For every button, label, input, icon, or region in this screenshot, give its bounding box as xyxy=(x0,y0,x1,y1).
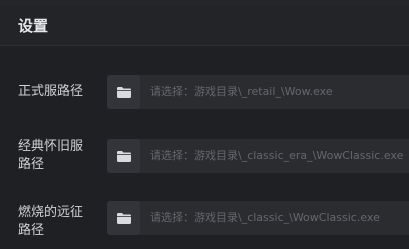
classic-path-label-line1: 燃烧的远征 xyxy=(18,205,84,220)
classic-path-input[interactable]: 请选择：游戏目录\_classic_\WowClassic.exe xyxy=(150,210,380,226)
classic-era-path-row: 经典怀旧服 路径 请选择：游戏目录\_classic_era_\WowClass… xyxy=(0,134,409,178)
classic-era-path-label-line1: 经典怀旧服 xyxy=(18,139,84,154)
folder-icon xyxy=(116,209,131,228)
classic-era-path-input[interactable]: 请选择：游戏目录\_classic_era_\WowClassic.exe xyxy=(150,148,403,164)
classic-era-path-field[interactable]: 请选择：游戏目录\_classic_era_\WowClassic.exe xyxy=(107,139,409,173)
page-title: 设置 xyxy=(18,17,49,35)
classic-path-field[interactable]: 请选择：游戏目录\_classic_\WowClassic.exe xyxy=(107,201,409,235)
retail-path-label: 正式服路径 xyxy=(18,84,84,99)
classic-browse-button[interactable] xyxy=(107,201,140,235)
retail-path-field[interactable]: 请选择：游戏目录\_retail_\Wow.exe xyxy=(107,75,409,109)
classic-era-path-label-line2: 路径 xyxy=(18,157,45,172)
classic-era-browse-button[interactable] xyxy=(107,139,140,173)
retail-path-row: 正式服路径 请选择：游戏目录\_retail_\Wow.exe xyxy=(0,72,409,112)
classic-path-row: 燃烧的远征 路径 请选择：游戏目录\_classic_\WowClassic.e… xyxy=(0,198,409,242)
classic-path-label-line2: 路径 xyxy=(18,223,45,238)
retail-browse-button[interactable] xyxy=(107,75,140,109)
settings-panel: 设置 正式服路径 请选择：游戏目录\_retail_\Wow.exe 经典怀旧服… xyxy=(0,0,409,249)
folder-icon xyxy=(116,83,131,102)
folder-icon xyxy=(116,147,131,166)
retail-path-input[interactable]: 请选择：游戏目录\_retail_\Wow.exe xyxy=(150,84,333,100)
settings-header: 设置 xyxy=(0,6,409,46)
